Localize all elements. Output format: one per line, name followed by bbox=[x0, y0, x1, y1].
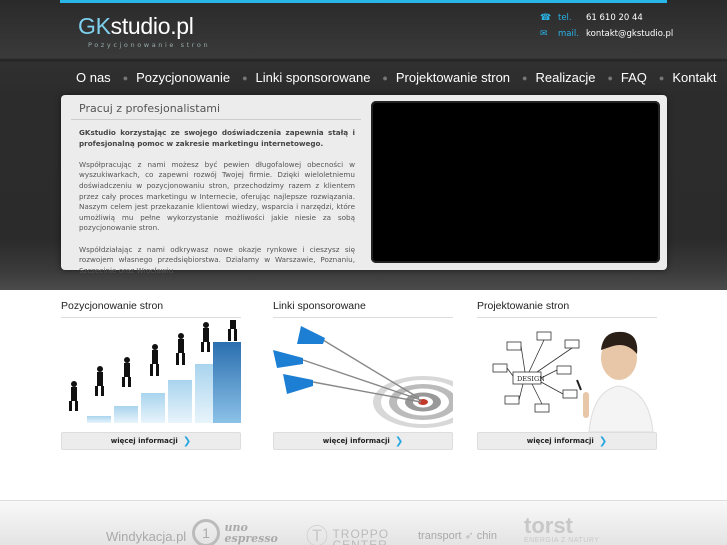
mail-label: mail. bbox=[558, 29, 579, 39]
contact-mail-row: ✉ mail. kontakt@gkstudio.pl bbox=[540, 26, 673, 42]
nav-pozycjonowanie[interactable]: ● Pozycjonowanie bbox=[117, 70, 236, 85]
nav-faq[interactable]: ● FAQ bbox=[601, 70, 652, 85]
logo-text: GKstudio.pl bbox=[78, 13, 210, 40]
more-info-button[interactable]: więcej informacji ❯ bbox=[477, 432, 657, 450]
nav-label: Realizacje bbox=[535, 70, 596, 85]
nav-label: Linki sponsorowane bbox=[255, 70, 371, 85]
partner-uno-espresso[interactable]: 1 uno espresso bbox=[192, 519, 292, 545]
service-divider bbox=[61, 317, 241, 318]
service-divider bbox=[273, 317, 453, 318]
nav-separator: ● bbox=[658, 72, 665, 83]
more-info-button[interactable]: więcej informacji ❯ bbox=[273, 432, 453, 450]
nav-projektowanie-stron[interactable]: ● Projektowanie stron bbox=[376, 70, 516, 85]
contact-phone-row: ☎ tel. 61 610 20 44 bbox=[540, 10, 673, 26]
service-title: Linki sponsorowane bbox=[273, 300, 366, 312]
growth-steps-image bbox=[69, 320, 241, 423]
partner-sub-label: ENERGIA Z NATURY bbox=[524, 537, 600, 544]
uno-logo-icon: 1 bbox=[192, 519, 220, 545]
partner-label: transport bbox=[418, 530, 462, 542]
phone-number: 61 610 20 44 bbox=[586, 13, 643, 23]
partner-transport[interactable]: transport ➶ chin bbox=[418, 529, 497, 542]
service-linki: Linki sponsorowane więcej informacji ❯ bbox=[273, 300, 453, 450]
top-accent-line bbox=[60, 0, 667, 3]
hero-title: Pracuj z profesjonalistami bbox=[79, 102, 221, 115]
nav-label: Projektowanie stron bbox=[395, 70, 511, 85]
chevron-right-icon: ❯ bbox=[394, 435, 404, 447]
chevron-right-icon: ❯ bbox=[182, 435, 192, 447]
partners-bar: Windykacja.pl 1 uno espresso Ⓣ TROPPO CE… bbox=[0, 500, 727, 545]
more-info-label: więcej informacji bbox=[110, 437, 178, 445]
mail-icon: ✉ bbox=[540, 29, 548, 39]
hero-paragraph-1: Współpracując z nami możesz być pewien d… bbox=[79, 159, 355, 233]
nav-kontakt[interactable]: ● Kontakt bbox=[653, 70, 723, 85]
nav-label: FAQ bbox=[620, 70, 647, 85]
partner-label: torst bbox=[524, 513, 573, 538]
diagram-label: DESIGN bbox=[517, 375, 545, 383]
nav-realizacje[interactable]: ● Realizacje bbox=[516, 70, 601, 85]
nav-label: Pozycjonowanie bbox=[136, 70, 231, 85]
nav-label: Kontakt bbox=[672, 70, 717, 85]
phone-label: tel. bbox=[558, 13, 572, 23]
partner-torst[interactable]: torst ENERGIA Z NATURY bbox=[524, 513, 600, 545]
hero-text: GKstudio korzystając ze swojego doświadc… bbox=[79, 128, 355, 287]
darts-target-image bbox=[273, 326, 453, 428]
service-title: Pozycjonowanie stron bbox=[61, 300, 164, 312]
video-player[interactable] bbox=[371, 101, 660, 263]
nav-separator: ● bbox=[122, 72, 129, 83]
hero-lead: GKstudio korzystając ze swojego doświadc… bbox=[79, 128, 355, 148]
contact-info: ☎ tel. 61 610 20 44 ✉ mail. kontakt@gkst… bbox=[540, 10, 673, 42]
chevron-right-icon: ❯ bbox=[598, 435, 608, 447]
service-title: Projektowanie stron bbox=[477, 300, 570, 312]
more-info-label: więcej informacji bbox=[526, 437, 594, 445]
troppo-logo-icon: Ⓣ bbox=[306, 524, 329, 545]
nav-separator: ● bbox=[607, 72, 613, 83]
header: GKstudio.pl Pozycjonowanie stron ☎ tel. … bbox=[0, 0, 727, 290]
hero-paragraph-2: Współdziałając z nami odkrywasz nowe oka… bbox=[79, 244, 355, 275]
logo[interactable]: GKstudio.pl Pozycjonowanie stron bbox=[78, 13, 210, 49]
service-projektowanie: Projektowanie stron DESIGN więcej inform… bbox=[477, 300, 657, 450]
phone-icon: ☎ bbox=[540, 13, 552, 23]
logo-domain: studio.pl bbox=[110, 13, 194, 39]
service-pozycjonowanie: Pozycjonowanie stron więcej informacji ❯ bbox=[61, 300, 241, 450]
main-nav: O nas ● Pozycjonowanie ● Linki sponsorowan… bbox=[70, 60, 722, 95]
hero-divider bbox=[71, 119, 361, 120]
nav-separator: ● bbox=[522, 72, 528, 83]
partner-label: uno espresso bbox=[224, 521, 278, 545]
partner-windykacja[interactable]: Windykacja.pl bbox=[106, 529, 186, 544]
partner-troppo-center[interactable]: Ⓣ TROPPO CENTER bbox=[306, 519, 402, 545]
logo-tagline: Pozycjonowanie stron bbox=[88, 41, 211, 49]
nav-separator: ● bbox=[382, 72, 388, 83]
designer-image: DESIGN bbox=[492, 331, 654, 432]
more-info-button[interactable]: więcej informacji ❯ bbox=[61, 432, 241, 450]
nav-o-nas[interactable]: O nas bbox=[70, 70, 117, 85]
more-info-label: więcej informacji bbox=[322, 437, 390, 445]
page: { "header":{ "brand_gk":"GK", "brand_res… bbox=[0, 0, 727, 545]
hero-panel: Pracuj z profesjonalistami GKstudio korz… bbox=[61, 95, 667, 275]
mail-address[interactable]: kontakt@gkstudio.pl bbox=[586, 29, 673, 39]
nav-label: O nas bbox=[76, 70, 111, 85]
service-divider bbox=[477, 317, 657, 318]
nav-separator: ● bbox=[242, 72, 248, 83]
transport-logo-icon: ➶ bbox=[464, 530, 474, 542]
logo-gk: GK bbox=[78, 13, 111, 39]
nav-linki-sponsorowane[interactable]: ● Linki sponsorowane bbox=[236, 70, 376, 85]
partner-label: TROPPO CENTER bbox=[332, 526, 390, 545]
partner-label-2: chin bbox=[476, 530, 497, 542]
